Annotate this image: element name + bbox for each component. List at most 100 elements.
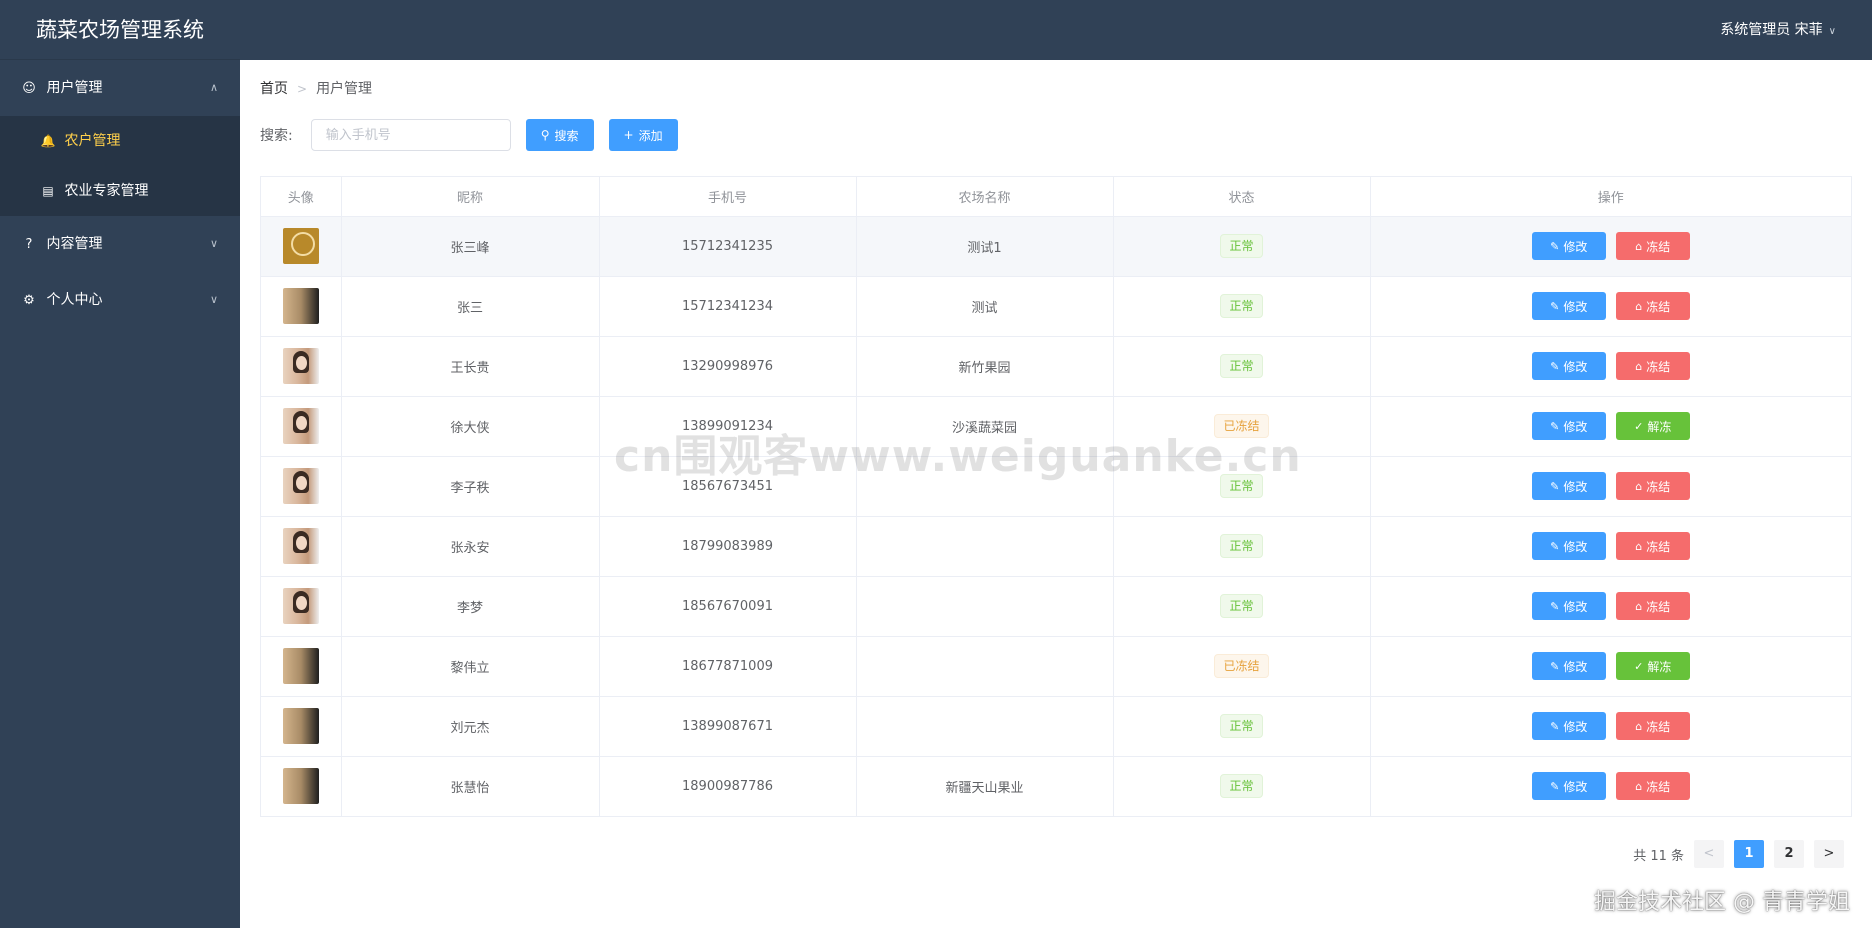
avatar — [282, 348, 319, 384]
avatar — [282, 648, 319, 684]
sidebar-group-content-management[interactable]: ? 内容管理 ∨ — [0, 216, 240, 272]
avatar — [282, 228, 319, 264]
phone-cell: 18900987786 — [599, 756, 857, 816]
avatar — [282, 708, 319, 744]
freeze-button[interactable]: ⌂ 冻结 — [1615, 352, 1690, 380]
edit-button-label: 修改 — [1563, 359, 1588, 374]
nickname-cell: 徐大侠 — [341, 396, 600, 457]
edit-button[interactable]: ✎ 修改 — [1531, 232, 1606, 260]
farm-cell — [856, 456, 1114, 517]
freeze-button[interactable]: ⌂ 冻结 — [1615, 772, 1690, 801]
avatar-cell — [261, 516, 342, 577]
status-cell: 正常 — [1113, 216, 1371, 277]
edit-icon: ✎ — [1550, 359, 1560, 373]
freeze-button[interactable]: ⌂ 冻结 — [1615, 592, 1690, 620]
sidebar-item-farmer-management[interactable]: 🔔 农户管理 — [0, 116, 240, 166]
prev-page-button[interactable]: < — [1694, 840, 1724, 868]
add-button-label: 添加 — [638, 128, 663, 143]
edit-button[interactable]: ✎ 修改 — [1531, 592, 1606, 620]
table-header-row: 头像 昵称 手机号 农场名称 状态 操作 — [261, 177, 1851, 217]
actions-cell: ✎ 修改 ✓ 解冻 — [1370, 396, 1851, 457]
phone-search-input[interactable] — [310, 119, 511, 151]
freeze-button[interactable]: ⌂ 冻结 — [1615, 712, 1690, 740]
next-page-button[interactable]: > — [1814, 840, 1844, 868]
column-header-status: 状态 — [1113, 177, 1371, 217]
status-cell: 已冻结 — [1113, 396, 1371, 457]
search-icon: ⚲ — [540, 128, 550, 142]
status-badge: 正常 — [1220, 294, 1263, 318]
add-button[interactable]: + 添加 — [608, 119, 678, 151]
avatar-cell — [261, 456, 342, 517]
actions-cell: ✎ 修改 ⌂ 冻结 — [1370, 216, 1851, 277]
freeze-button-label: 冻结 — [1646, 779, 1671, 794]
freeze-button-label: 冻结 — [1646, 719, 1671, 734]
farm-cell: 测试1 — [856, 216, 1114, 277]
page-1-button[interactable]: 1 — [1734, 840, 1764, 868]
breadcrumb-current: 用户管理 — [316, 81, 373, 97]
freeze-button-label: 冻结 — [1646, 479, 1671, 494]
edit-button[interactable]: ✎ 修改 — [1531, 772, 1606, 801]
phone-cell: 13290998976 — [599, 336, 857, 397]
edit-button[interactable]: ✎ 修改 — [1531, 652, 1606, 680]
edit-button[interactable]: ✎ 修改 — [1531, 532, 1606, 560]
avatar — [282, 528, 319, 564]
actions-cell: ✎ 修改 ⌂ 冻结 — [1370, 276, 1851, 337]
nickname-cell: 张三 — [341, 276, 600, 337]
avatar-cell — [261, 636, 342, 697]
edit-button[interactable]: ✎ 修改 — [1531, 352, 1606, 380]
avatar — [282, 288, 319, 324]
pagination: 共 11 条 < 1 2 > — [1633, 840, 1844, 868]
column-header-nickname: 昵称 — [341, 177, 600, 217]
status-badge: 正常 — [1220, 534, 1263, 558]
edit-button[interactable]: ✎ 修改 — [1531, 412, 1606, 440]
status-badge: 正常 — [1220, 354, 1263, 378]
phone-cell: 13899091234 — [599, 396, 857, 457]
avatar — [282, 588, 319, 624]
unfreeze-button[interactable]: ✓ 解冻 — [1615, 412, 1690, 440]
farm-cell — [856, 516, 1114, 577]
farm-cell: 新疆天山果业 — [856, 756, 1114, 816]
edit-button[interactable]: ✎ 修改 — [1531, 292, 1606, 320]
sidebar-group-personal-center[interactable]: ⚙ 个人中心 ∨ — [0, 272, 240, 328]
user-menu[interactable]: 系统管理员 宋菲 ∨ — [1720, 0, 1836, 60]
edit-button-label: 修改 — [1563, 299, 1588, 314]
avatar — [282, 468, 319, 504]
total-count: 共 11 条 — [1633, 848, 1684, 864]
freeze-button-label: 冻结 — [1646, 359, 1671, 374]
edit-button-label: 修改 — [1563, 599, 1588, 614]
breadcrumb-home[interactable]: 首页 — [260, 81, 288, 97]
status-cell: 正常 — [1113, 576, 1371, 637]
freeze-button[interactable]: ⌂ 冻结 — [1615, 232, 1690, 260]
status-badge: 正常 — [1220, 594, 1263, 618]
freeze-button[interactable]: ⌂ 冻结 — [1615, 472, 1690, 500]
farm-cell — [856, 636, 1114, 697]
avatar-cell — [261, 576, 342, 637]
lock-icon: ⌂ — [1635, 299, 1643, 313]
edit-icon: ✎ — [1550, 419, 1560, 433]
avatar-cell — [261, 696, 342, 757]
lock-icon: ⌂ — [1635, 359, 1643, 373]
nickname-cell: 李子秩 — [341, 456, 600, 517]
phone-cell: 18677871009 — [599, 636, 857, 697]
freeze-button[interactable]: ⌂ 冻结 — [1615, 532, 1690, 560]
edit-icon: ✎ — [1550, 779, 1560, 793]
lock-icon: ⌂ — [1635, 479, 1643, 493]
page-2-button[interactable]: 2 — [1774, 840, 1804, 868]
status-badge: 已冻结 — [1214, 414, 1269, 438]
sidebar-item-expert-management[interactable]: ▤ 农业专家管理 — [0, 166, 240, 216]
sidebar-group-user-management[interactable]: ☺ 用户管理 ∧ — [0, 60, 240, 116]
freeze-button[interactable]: ⌂ 冻结 — [1615, 292, 1690, 320]
farm-cell — [856, 576, 1114, 637]
unfreeze-button[interactable]: ✓ 解冻 — [1615, 652, 1690, 680]
status-cell: 正常 — [1113, 276, 1371, 337]
edit-button[interactable]: ✎ 修改 — [1531, 472, 1606, 500]
search-button[interactable]: ⚲ 搜索 — [525, 119, 594, 151]
actions-cell: ✎ 修改 ⌂ 冻结 — [1370, 456, 1851, 517]
edit-icon: ✎ — [1550, 479, 1560, 493]
status-badge: 已冻结 — [1214, 654, 1269, 678]
sidebar-group-label: 个人中心 — [46, 292, 103, 308]
edit-icon: ✎ — [1550, 599, 1560, 613]
status-cell: 正常 — [1113, 336, 1371, 397]
edit-button[interactable]: ✎ 修改 — [1531, 712, 1606, 740]
question-icon: ? — [25, 237, 33, 252]
